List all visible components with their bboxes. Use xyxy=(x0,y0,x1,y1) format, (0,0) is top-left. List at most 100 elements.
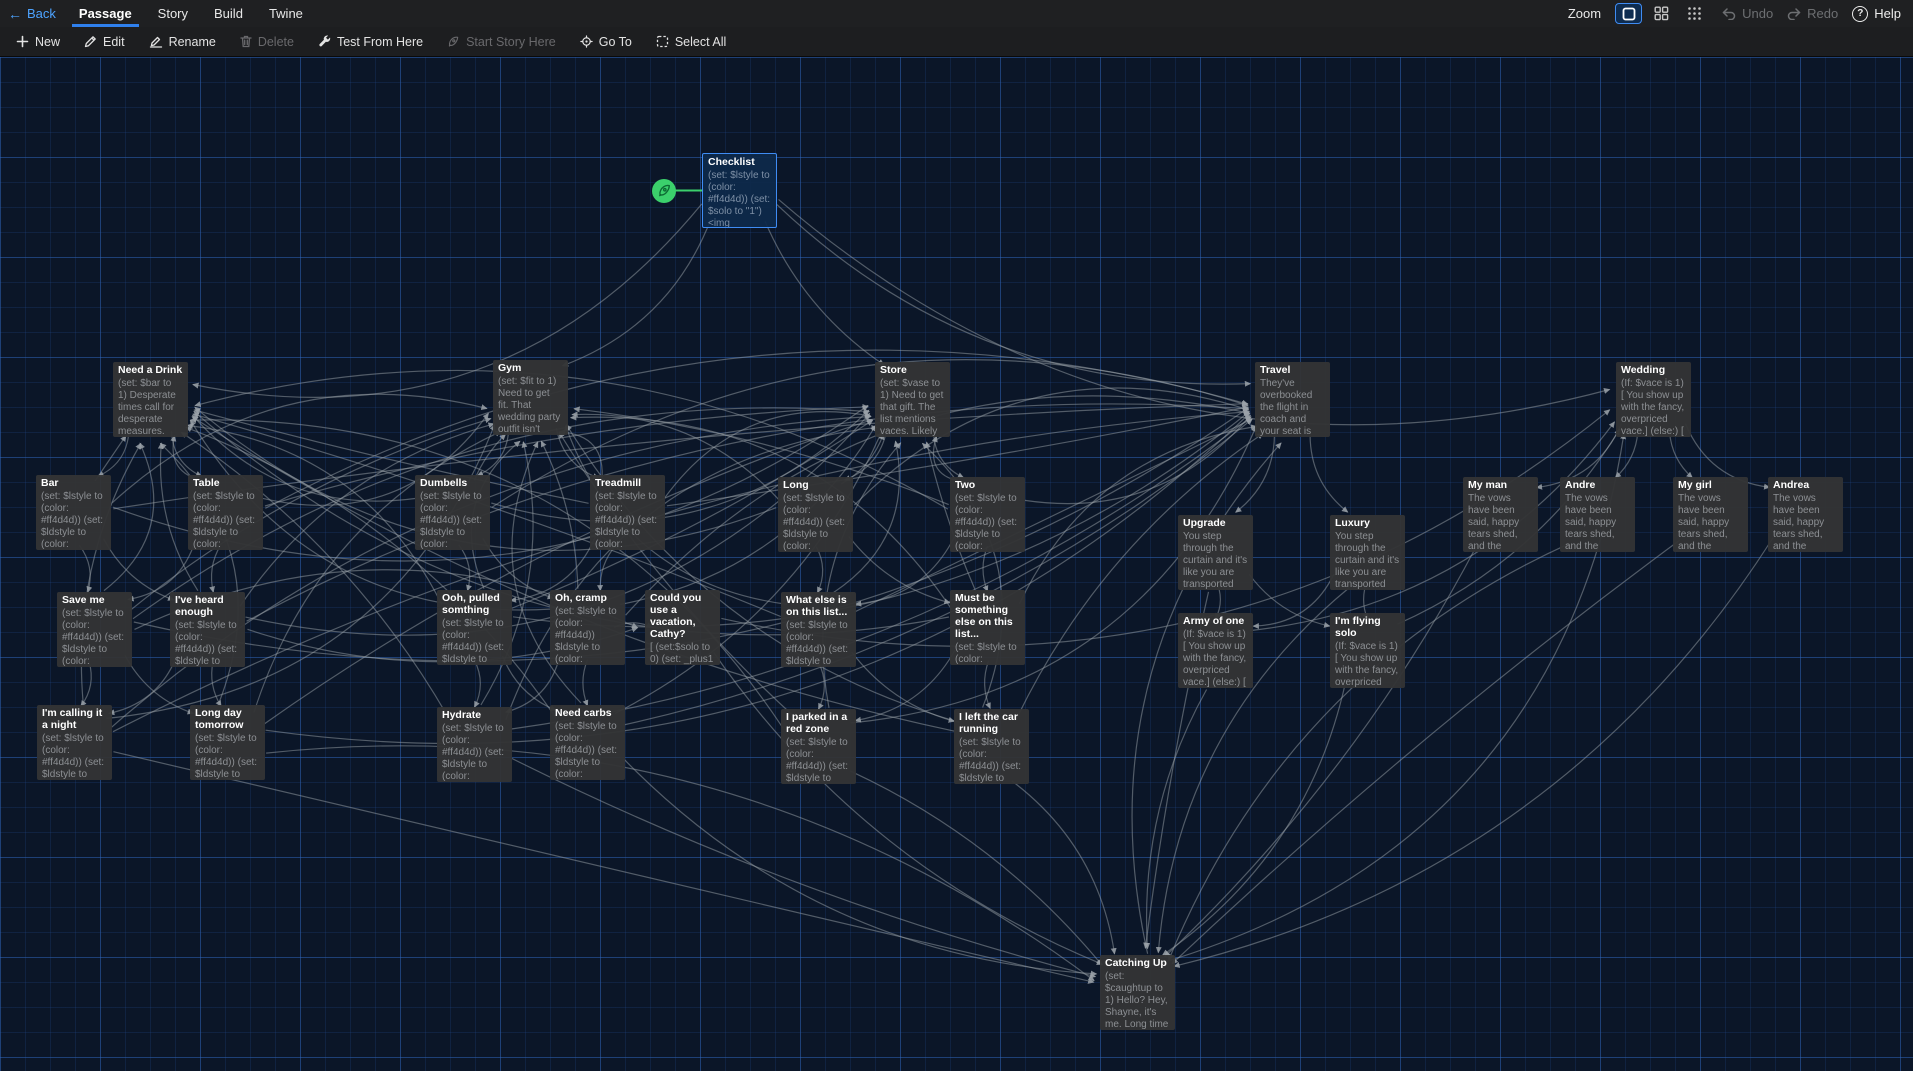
passage-excerpt: [ (set:$solo to 0) (set: _plus1 to "Cath… xyxy=(650,642,715,665)
undo-button[interactable]: Undo xyxy=(1722,6,1773,21)
passage-node-mygirl[interactable]: My girlThe vows have been said, happy te… xyxy=(1673,477,1748,552)
passage-link-line xyxy=(1165,546,1477,956)
tab-passage[interactable]: Passage xyxy=(66,0,145,27)
help-button[interactable]: ? Help xyxy=(1852,6,1901,22)
passage-excerpt: (If: $vace is 1) [ You show up with the … xyxy=(1621,378,1686,437)
delete-passage-button[interactable]: Delete xyxy=(230,31,304,53)
passage-node-wedding[interactable]: Wedding(If: $vace is 1) [ You show up wi… xyxy=(1616,362,1691,437)
passage-link-line xyxy=(1164,433,1624,962)
passage-link-line xyxy=(254,431,501,712)
passage-node-hydrate[interactable]: Hydrate(set: $lstyle to (color: #ff4d4d)… xyxy=(437,707,512,782)
new-passage-button[interactable]: New xyxy=(6,31,70,53)
passage-link-line xyxy=(172,431,202,476)
start-story-here-button[interactable]: Start Story Here xyxy=(437,31,566,53)
passage-node-table[interactable]: Table(set: $lstyle to (color: #ff4d4d)) … xyxy=(188,475,263,550)
passage-node-cramp[interactable]: Oh, cramp(set: $lstyle to (color: #ff4d4… xyxy=(550,590,625,665)
passage-excerpt: They've overbooked the flight in coach a… xyxy=(1260,378,1325,437)
passage-link-line xyxy=(541,441,578,589)
passage-node-redzone[interactable]: I parked in a red zone(set: $lstyle to (… xyxy=(781,709,856,784)
passage-link-line xyxy=(247,404,1249,621)
passage-node-needdrink[interactable]: Need a Drink(set: $bar to 1) Desperate t… xyxy=(113,362,188,437)
select-all-button[interactable]: Select All xyxy=(646,31,736,53)
passage-node-saveme[interactable]: Save me(set: $lstyle to (color: #ff4d4d)… xyxy=(57,592,132,667)
passage-excerpt: The vows have been said, happy tears she… xyxy=(1678,493,1743,552)
passage-node-armyofone[interactable]: Army of one(If: $vace is 1) [ You show u… xyxy=(1178,613,1253,688)
passage-excerpt: (set: $vase to 1) Need to get that gift.… xyxy=(880,378,945,437)
passage-title: Oh, cramp xyxy=(555,593,620,605)
back-button[interactable]: ← Back xyxy=(0,0,66,27)
passage-excerpt: (If: $vace is 1) [ You show up with the … xyxy=(1335,641,1400,688)
edit-passage-button[interactable]: Edit xyxy=(74,31,135,53)
passage-link-line xyxy=(849,537,950,603)
passage-excerpt: (set: $caughtup to 1) Hello? Hey, Shayne… xyxy=(1105,971,1170,1030)
passage-link-line xyxy=(1249,574,1330,626)
passage-node-checklist[interactable]: Checklist(set: $lstyle to (color: #ff4d4… xyxy=(702,153,777,228)
passage-link-line xyxy=(1174,538,1773,967)
tab-twine[interactable]: Twine xyxy=(256,0,316,27)
passage-node-upgrade[interactable]: UpgradeYou step through the curtain and … xyxy=(1178,515,1253,590)
passage-link-line xyxy=(556,428,598,478)
passage-node-vacation[interactable]: Could you use a vacation, Cathy?[ (set:$… xyxy=(645,590,720,665)
passage-node-luxury[interactable]: LuxuryYou step through the curtain and i… xyxy=(1330,515,1405,590)
passage-node-mustbe[interactable]: Must be something else on this list...(s… xyxy=(950,590,1025,665)
passage-link-line xyxy=(850,771,1102,965)
rename-passage-button[interactable]: Rename xyxy=(139,31,226,53)
passage-node-heardenough[interactable]: I've heard enough(set: $lstyle to (color… xyxy=(170,592,245,667)
passage-node-whatelse[interactable]: What else is on this list...(set: $lstyl… xyxy=(781,592,856,667)
passage-node-long[interactable]: Long(set: $lstyle to (color: #ff4d4d)) (… xyxy=(778,477,853,552)
story-map-canvas[interactable]: Checklist(set: $lstyle to (color: #ff4d4… xyxy=(0,57,1913,1071)
passage-excerpt: (set: $lstyle to (color: #ff4d4d)) (set:… xyxy=(195,733,260,780)
passage-title: Long day tomorrow xyxy=(195,708,260,732)
passage-title: I left the car running xyxy=(959,712,1024,736)
passage-node-catchingup[interactable]: Catching Up(set: $caughtup to 1) Hello? … xyxy=(1100,955,1175,1030)
passage-link-line xyxy=(1163,684,1346,956)
passage-node-dumbells[interactable]: Dumbells(set: $lstyle to (color: #ff4d4d… xyxy=(415,475,490,550)
passage-node-andrea[interactable]: AndreaThe vows have been said, happy tea… xyxy=(1768,477,1843,552)
passage-node-two[interactable]: Two(set: $lstyle to (color: #ff4d4d)) (s… xyxy=(950,477,1025,552)
passage-node-bar[interactable]: Bar(set: $lstyle to (color: #ff4d4d)) (s… xyxy=(36,475,111,550)
passage-excerpt: (set: $lstyle to (color: #ff4d4d)) (set:… xyxy=(42,733,107,780)
passage-node-gym[interactable]: Gym(set: $fit to 1) Need to get fit. Tha… xyxy=(493,360,568,435)
passage-title: Travel xyxy=(1260,365,1325,377)
zoom-medium-button[interactable] xyxy=(1648,3,1675,24)
passage-node-ooh[interactable]: Ooh, pulled somthing(set: $lstyle to (co… xyxy=(437,590,512,665)
tab-story[interactable]: Story xyxy=(145,0,201,27)
passage-node-store[interactable]: Store(set: $vase to 1) Need to get that … xyxy=(875,362,950,437)
passage-node-needcarbs[interactable]: Need carbs(set: $lstyle to (color: #ff4d… xyxy=(550,705,625,780)
passage-node-travel[interactable]: TravelThey've overbooked the flight in c… xyxy=(1255,362,1330,437)
passage-link-line xyxy=(104,443,154,590)
passage-excerpt: (set: $lstyle to (color: #ff4d4d)) (set:… xyxy=(786,737,851,784)
passage-node-andre[interactable]: AndreThe vows have been said, happy tear… xyxy=(1560,477,1635,552)
passage-excerpt: (set: $lstyle to (color: #ff4d4d)) (set:… xyxy=(708,170,771,228)
passage-node-flyingsolo[interactable]: I'm flying solo(If: $vace is 1) [ You sh… xyxy=(1330,613,1405,688)
passage-link-line xyxy=(98,431,129,476)
passage-title: I'm flying solo xyxy=(1335,616,1400,640)
passage-link-line xyxy=(1670,432,1693,478)
help-label: Help xyxy=(1874,6,1901,21)
passage-excerpt: (set: $lstyle to (color: #ff4d4d)) (set:… xyxy=(959,737,1024,784)
twine-app-window: ← Back Passage Story Build Twine Zoom xyxy=(0,0,1913,1071)
start-rocket-badge xyxy=(652,179,676,203)
zoom-small-button[interactable] xyxy=(1681,3,1708,24)
redo-button[interactable]: Redo xyxy=(1787,6,1838,21)
passage-node-treadmill[interactable]: Treadmill(set: $lstyle to (color: #ff4d4… xyxy=(590,475,665,550)
passage-title: I parked in a red zone xyxy=(786,712,851,736)
test-from-here-label: Test From Here xyxy=(337,35,423,49)
go-to-button[interactable]: Go To xyxy=(570,31,642,53)
passage-link-line xyxy=(583,660,588,706)
passage-node-callingnight[interactable]: I'm calling it a night(set: $lstyle to (… xyxy=(37,705,112,780)
passage-title: Andrea xyxy=(1773,480,1838,492)
back-arrow-icon: ← xyxy=(8,7,22,21)
passage-excerpt: (set: $lstyle to (color: #ff4d4d)) $ldst… xyxy=(555,606,620,665)
passage-node-longday[interactable]: Long day tomorrow(set: $lstyle to (color… xyxy=(190,705,265,780)
passage-excerpt: (set: $lstyle to (color: #ff4d4d)) (set:… xyxy=(442,723,507,782)
pencil-icon xyxy=(84,35,97,48)
zoom-large-button[interactable] xyxy=(1615,3,1642,24)
target-icon xyxy=(580,35,593,48)
tab-build[interactable]: Build xyxy=(201,0,256,27)
passage-title: Could you use a vacation, Cathy? xyxy=(650,593,715,641)
passage-title: Long xyxy=(783,480,848,492)
test-from-here-button[interactable]: Test From Here xyxy=(308,31,433,53)
passage-node-myman[interactable]: My manThe vows have been said, happy tea… xyxy=(1463,477,1538,552)
passage-node-carrunning[interactable]: I left the car running(set: $lstyle to (… xyxy=(954,709,1029,784)
